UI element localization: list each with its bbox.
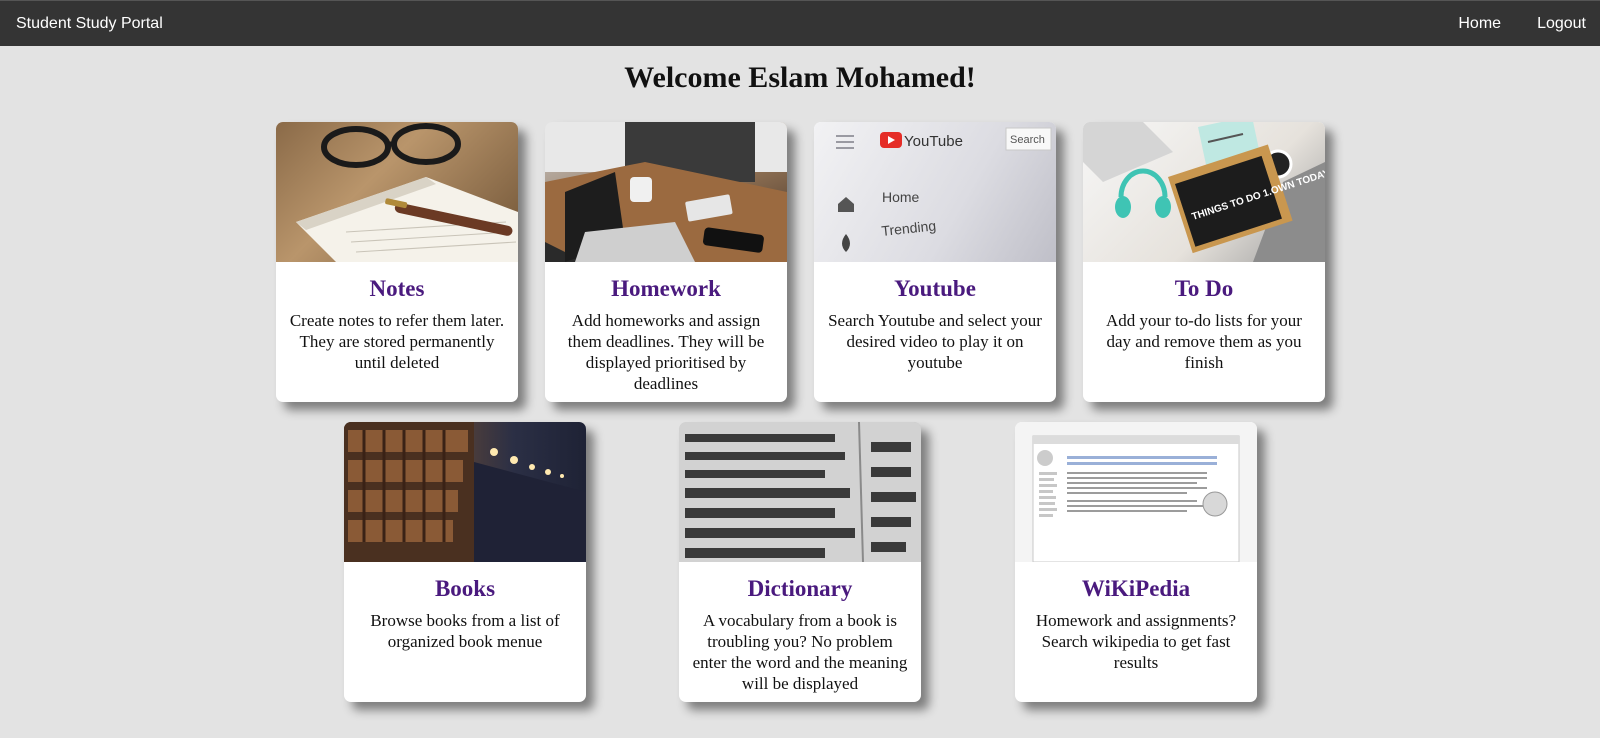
homework-image — [545, 122, 787, 262]
card-dictionary[interactable]: Dictionary A vocabulary from a book is t… — [679, 422, 921, 702]
nav-logout-link[interactable]: Logout — [1537, 15, 1586, 33]
card-title: Youtube — [894, 276, 976, 301]
card-description: Homework and assignments? Search wikiped… — [1035, 611, 1237, 672]
dictionary-image — [679, 422, 921, 562]
nav-links: Home Logout — [1422, 15, 1586, 33]
card-description: Add your to-do lists for your day and re… — [1106, 311, 1302, 372]
card-youtube[interactable]: YouTube Search Home Trending Youtube Sea… — [814, 122, 1056, 402]
card-wikipedia[interactable]: WiKiPedia Homework and assignments? Sear… — [1015, 422, 1257, 702]
svg-text:Home: Home — [882, 189, 920, 205]
card-notes[interactable]: Notes Create notes to refer them later. … — [276, 122, 518, 402]
card-description: Add homeworks and assign them deadlines.… — [567, 311, 765, 393]
brand-link[interactable]: Student Study Portal — [16, 15, 163, 33]
youtube-image: YouTube Search Home Trending — [814, 122, 1056, 262]
card-title: Homework — [611, 276, 721, 301]
welcome-heading: Welcome Eslam Mohamed! — [624, 61, 976, 94]
card-title: WiKiPedia — [1081, 576, 1191, 601]
navbar: Student Study Portal Home Logout — [0, 0, 1600, 46]
card-description: Search Youtube and select your desired v… — [828, 311, 1042, 372]
card-title: Notes — [369, 276, 425, 301]
wikipedia-image — [1015, 422, 1257, 562]
card-description: A vocabulary from a book is troubling yo… — [692, 611, 908, 693]
notes-image — [276, 122, 518, 262]
books-image — [344, 422, 586, 562]
card-title: Books — [434, 576, 496, 601]
nav-home-link[interactable]: Home — [1458, 15, 1501, 33]
svg-text:Search: Search — [1010, 134, 1045, 146]
card-books[interactable]: Books Browse books from a list of organi… — [344, 422, 586, 702]
card-description: Create notes to refer them later. They a… — [289, 311, 505, 372]
card-homework[interactable]: Homework Add homeworks and assign them d… — [545, 122, 787, 402]
card-title: Dictionary — [747, 576, 853, 601]
todo-image: THINGS TO DO 1.OWN TODAY 2. 3. — [1083, 122, 1325, 262]
card-todo[interactable]: THINGS TO DO 1.OWN TODAY 2. 3. To Do Add… — [1083, 122, 1325, 402]
svg-text:YouTube: YouTube — [904, 133, 963, 150]
card-title: To Do — [1174, 276, 1234, 301]
svg-text:Trending: Trending — [881, 217, 937, 239]
card-description: Browse books from a list of organized bo… — [370, 611, 560, 651]
